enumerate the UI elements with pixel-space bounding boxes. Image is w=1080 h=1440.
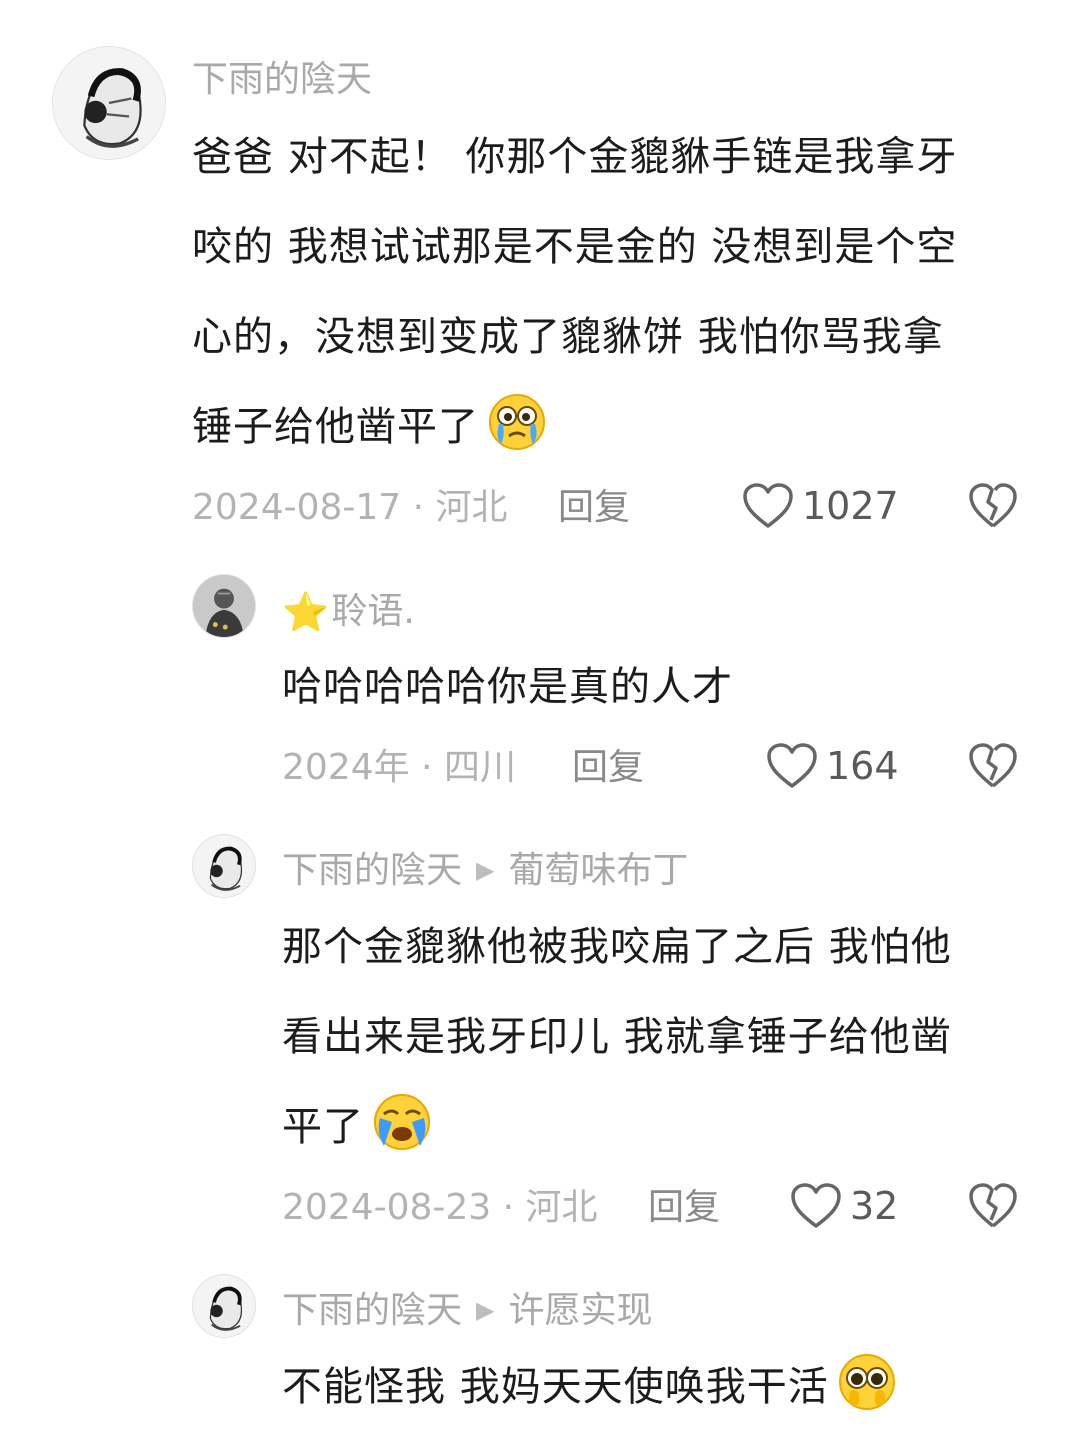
- broken-heart-icon: [969, 1183, 1017, 1228]
- comment-meta: 2024年 · 四川: [282, 747, 516, 788]
- comment-text: 哈哈哈哈哈你是真的人才: [282, 642, 1042, 732]
- heart-outline-icon: [791, 1183, 841, 1228]
- like-count: 32: [850, 1184, 899, 1228]
- loudly-crying-emoji: [374, 1094, 430, 1150]
- dislike-button[interactable]: [968, 1182, 1018, 1230]
- like-button[interactable]: 32: [790, 1182, 898, 1230]
- like-count: 164: [826, 744, 899, 788]
- comment-meta: 2024-08-23 · 河北: [282, 1187, 598, 1228]
- username[interactable]: 下雨的陰天: [282, 1290, 462, 1331]
- dislike-button[interactable]: [968, 482, 1018, 530]
- reply-to-username[interactable]: 葡萄味布丁: [508, 850, 688, 891]
- comment-line: 不能怪我 我妈天天使唤我干活: [282, 1364, 829, 1410]
- crying-emoji: [489, 394, 545, 450]
- reply-button[interactable]: 回复: [558, 486, 630, 530]
- play-triangle-icon: ▶: [476, 1296, 495, 1324]
- reply-button[interactable]: 回复: [572, 746, 644, 790]
- comment-text: 爸爸 对不起！ 你那个金貔貅手链是我拿牙 咬的 我想试试那是不是金的 没想到是个…: [192, 112, 1042, 472]
- like-button[interactable]: 1027: [742, 482, 899, 530]
- avatar[interactable]: [192, 834, 256, 898]
- comment-line: 心的，没想到变成了貔貅饼 我怕你骂我拿: [192, 314, 944, 360]
- avatar[interactable]: [192, 1274, 256, 1338]
- comment-line: 爸爸 对不起！ 你那个金貔貅手链是我拿牙: [192, 134, 958, 180]
- comment-text: 不能怪我 我妈天天使唤我干活: [282, 1342, 1042, 1432]
- comment-line: 锤子给他凿平了: [192, 404, 479, 450]
- comment-text: 那个金貔貅他被我咬扁了之后 我怕他 看出来是我牙印儿 我就拿锤子给他凿 平了: [282, 902, 1042, 1172]
- like-button[interactable]: 164: [766, 742, 899, 790]
- heart-outline-icon: [767, 743, 817, 788]
- comment-line-last: 平了: [282, 1082, 1042, 1172]
- like-count: 1027: [802, 484, 899, 528]
- username-row: 下雨的陰天 ▶ 葡萄味布丁: [282, 848, 689, 893]
- broken-heart-icon: [969, 483, 1017, 528]
- comment-line: 那个金貔貅他被我咬扁了之后 我怕他: [282, 924, 952, 970]
- avatar-image: [193, 575, 255, 637]
- avatar-image: [53, 47, 165, 159]
- avatar[interactable]: [192, 574, 256, 638]
- play-triangle-icon: ▶: [476, 856, 495, 884]
- comment-line: 平了: [282, 1104, 364, 1150]
- dislike-button[interactable]: [968, 742, 1018, 790]
- broken-heart-icon: [969, 743, 1017, 788]
- reply-button[interactable]: 回复: [648, 1186, 720, 1230]
- avatar[interactable]: [52, 46, 166, 160]
- avatar-image: [193, 835, 255, 897]
- avatar-image: [193, 1275, 255, 1337]
- comment-line-last: 不能怪我 我妈天天使唤我干活: [282, 1342, 1042, 1432]
- reply-to-username[interactable]: 许愿实现: [508, 1290, 652, 1331]
- comment-line: 看出来是我牙印儿 我就拿锤子给他凿: [282, 1014, 952, 1060]
- username[interactable]: 下雨的陰天: [192, 58, 372, 102]
- comment-line-last: 锤子给他凿平了: [192, 382, 1042, 472]
- comment-line: 咬的 我想试试那是不是金的 没想到是个空: [192, 224, 958, 270]
- username-row: 下雨的陰天 ▶ 许愿实现: [282, 1288, 653, 1333]
- comment-meta: 2024-08-17 · 河北: [192, 487, 508, 528]
- username[interactable]: 下雨的陰天: [282, 850, 462, 891]
- username[interactable]: 聆语.: [331, 591, 414, 632]
- username-row: ⭐聆语.: [282, 590, 415, 634]
- comment-line: 哈哈哈哈哈你是真的人才: [282, 664, 733, 710]
- pleading-emoji: [838, 1354, 895, 1410]
- heart-outline-icon: [743, 483, 793, 528]
- star-badge-icon: ⭐: [282, 590, 330, 634]
